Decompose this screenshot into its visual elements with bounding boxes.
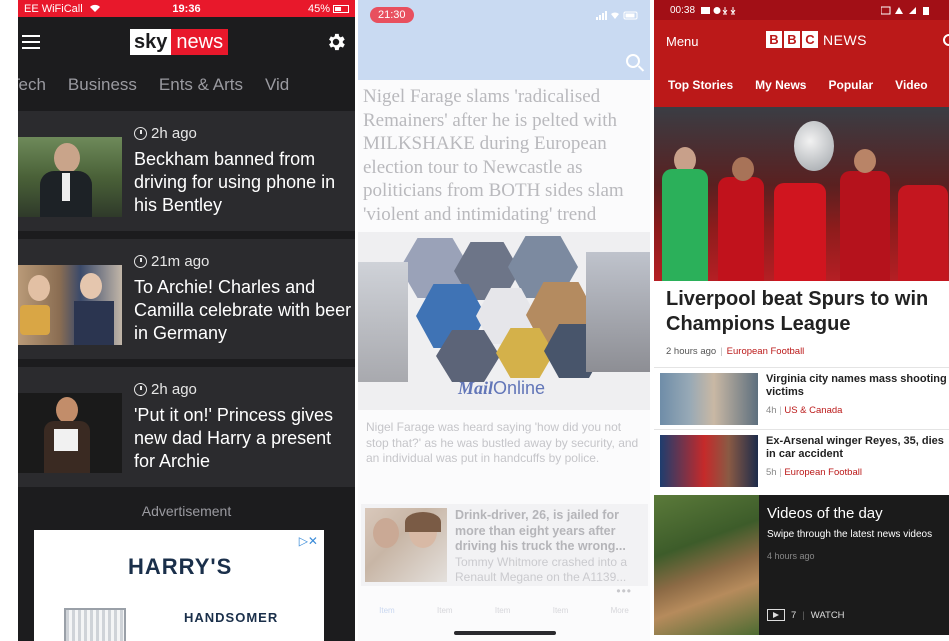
tab-top-stories[interactable]: Top Stories — [668, 78, 733, 92]
system-tray-icons — [881, 6, 929, 15]
lead-summary: Nigel Farage was heard saying 'how did y… — [366, 420, 639, 465]
play-icon — [767, 609, 785, 621]
more-icon[interactable]: ••• — [616, 584, 632, 598]
lead-meta: 2 hours ago | European Football — [666, 346, 805, 357]
gear-icon[interactable] — [325, 31, 347, 53]
story-headline: Beckham banned from driving for using ph… — [134, 149, 336, 215]
story-time: 21m ago — [134, 253, 355, 270]
story-thumbnail — [18, 265, 122, 345]
story-card[interactable]: 21m ago To Archie! Charles and Camilla c… — [18, 239, 355, 359]
tab-video[interactable]: Vid — [265, 75, 289, 95]
app-header: sky news — [18, 17, 355, 67]
story-card[interactable]: 2h ago 'Put it on!' Princess gives new d… — [18, 367, 355, 487]
story-thumbnail — [660, 373, 758, 425]
story-card[interactable]: Drink-driver, 26, is jailed for more tha… — [361, 504, 648, 586]
story-row[interactable]: Virginia city names mass shooting victim… — [654, 367, 949, 429]
battery-indicator: 45% — [308, 3, 349, 15]
notification-icons — [701, 6, 736, 14]
story-meta: 5h | European Football — [766, 467, 862, 478]
home-indicator[interactable] — [454, 631, 556, 635]
lead-image[interactable] — [654, 107, 949, 281]
section-link[interactable]: European Football — [727, 346, 805, 357]
story-row[interactable]: Ex-Arsenal winger Reyes, 35, dies in car… — [654, 429, 949, 491]
status-time: 21:30 — [370, 7, 414, 23]
story-thumbnail — [18, 393, 122, 473]
tab-item[interactable]: Item — [553, 606, 569, 615]
story-headline: Drink-driver, 26, is jailed for more tha… — [455, 508, 626, 553]
clock-icon — [134, 127, 147, 140]
sky-news-logo: sky news — [130, 29, 229, 55]
bottom-tab-bar: Item Item Item Item More — [358, 606, 650, 615]
watch-button[interactable]: 7 | WATCH — [767, 609, 845, 621]
watch-label: WATCH — [810, 609, 845, 621]
menu-button[interactable]: Menu — [666, 34, 699, 49]
video-section-time: 4 hours ago — [767, 551, 815, 561]
lead-image-collage[interactable]: MailOnline — [358, 232, 650, 410]
mail-online-app: 21:30 Nigel Farage slams 'radicalised Re… — [358, 0, 650, 641]
story-card[interactable]: 2h ago Beckham banned from driving for u… — [18, 111, 355, 231]
video-section-subtitle: Swipe through the latest news videos — [767, 529, 933, 540]
mail-online-logo: MailOnline — [458, 378, 546, 398]
status-bar: EE WiFiCall 19:36 45% — [18, 0, 355, 17]
app-header: Menu B B C NEWS — [654, 20, 949, 63]
story-headline: Ex-Arsenal winger Reyes, 35, dies in car… — [766, 435, 944, 460]
story-thumbnail — [18, 137, 122, 217]
video-section-title: Videos of the day — [767, 505, 883, 522]
tab-ents-arts[interactable]: Ents & Arts — [159, 75, 243, 95]
status-bar: 21:30 — [358, 0, 650, 30]
status-time: 00:38 — [670, 4, 696, 16]
video-count: 7 — [791, 609, 797, 621]
sky-news-app: EE WiFiCall 19:36 45% sky news Tech Busi… — [18, 0, 355, 641]
menu-icon[interactable] — [22, 35, 40, 49]
tab-item[interactable]: Item — [379, 606, 395, 615]
search-icon[interactable] — [626, 54, 640, 68]
wifi-icon — [89, 4, 100, 13]
screenshot-collage: EE WiFiCall 19:36 45% sky news Tech Busi… — [0, 0, 949, 641]
tab-video[interactable]: Video — [895, 78, 927, 92]
search-icon[interactable] — [943, 34, 949, 46]
story-time: 2h ago — [134, 125, 355, 142]
story-thumbnail — [365, 508, 447, 582]
bbc-news-app: 00:38 Menu B B C NEWS Top Stories My New… — [654, 0, 949, 641]
tab-item[interactable]: Item — [437, 606, 453, 615]
razor-image — [64, 608, 126, 641]
advertisement-label: Advertisement — [141, 503, 232, 519]
story-headline: To Archie! Charles and Camilla celebrate… — [134, 277, 352, 343]
tab-more[interactable]: More — [611, 606, 629, 615]
story-headline: 'Put it on!' Princess gives new dad Harr… — [134, 405, 333, 471]
section-tabs: Top Stories My News Popular Video — [654, 63, 949, 107]
clock-icon — [134, 383, 147, 396]
clock-icon — [134, 255, 147, 268]
bbc-news-logo: B B C NEWS — [766, 31, 867, 48]
tab-tech[interactable]: Tech — [18, 75, 46, 95]
ad-choices-icon[interactable]: ▷✕ — [299, 534, 318, 548]
status-bar: 00:38 — [654, 0, 949, 20]
ad-tagline: HANDSOMER — [184, 610, 279, 625]
status-time: 19:36 — [172, 2, 201, 15]
app-header — [358, 30, 650, 80]
video-thumbnail — [654, 495, 759, 635]
tab-my-news[interactable]: My News — [755, 78, 806, 92]
lead-headline[interactable]: Liverpool beat Spurs to win Champions Le… — [654, 281, 949, 337]
story-time: 2h ago — [134, 381, 355, 398]
section-tabs: Tech Business Ents & Arts Vid — [18, 67, 355, 103]
tab-popular[interactable]: Popular — [828, 78, 873, 92]
advertisement-banner[interactable]: ▷✕ HARRY'S HANDSOMER — [34, 530, 324, 641]
story-meta: 4h | US & Canada — [766, 405, 843, 416]
signal-wifi-battery-icon — [596, 10, 638, 20]
story-thumbnail — [660, 435, 758, 487]
ad-brand: HARRY'S — [128, 554, 233, 579]
tab-item[interactable]: Item — [495, 606, 511, 615]
videos-of-the-day-card[interactable]: Videos of the day Swipe through the late… — [654, 495, 949, 635]
carrier-label: EE WiFiCall — [24, 3, 308, 15]
battery-icon — [333, 4, 349, 13]
story-summary: Tommy Whitmore crashed into a Renault Me… — [455, 554, 628, 584]
tab-business[interactable]: Business — [68, 75, 137, 95]
lead-headline[interactable]: Nigel Farage slams 'radicalised Remainer… — [358, 80, 650, 226]
story-headline: Virginia city names mass shooting victim… — [766, 373, 947, 398]
